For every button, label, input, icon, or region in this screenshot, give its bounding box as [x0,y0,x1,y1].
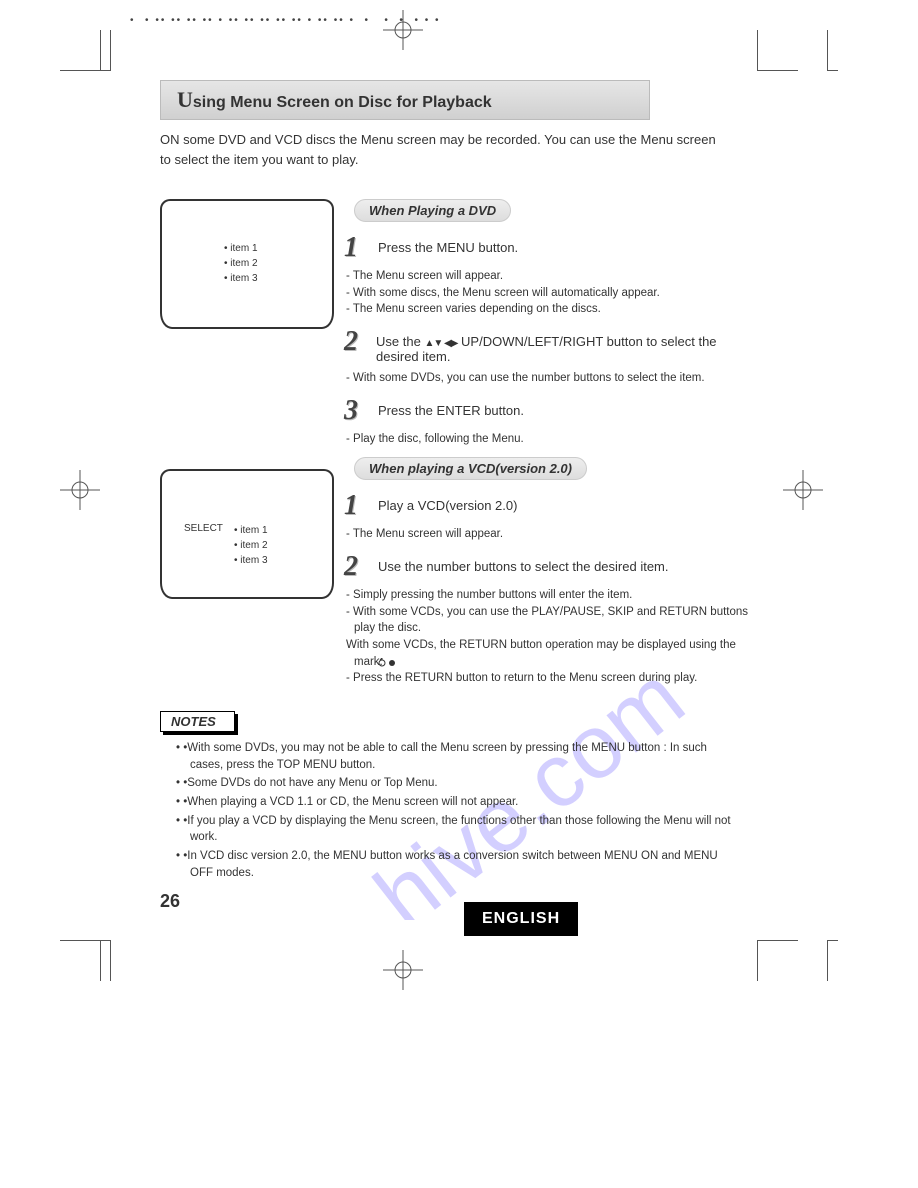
tv-item: • item 3 [224,271,258,286]
tv-item: • item 2 [224,256,258,271]
language-badge: ENGLISH [464,902,578,936]
registration-mark-icon [383,950,423,990]
crop-mark [757,940,798,981]
list-item: - The Menu screen varies depending on th… [344,301,760,318]
step-number-icon: 1 [344,492,368,520]
step-text: Press the MENU button. [378,234,518,255]
tv-select-label: SELECT [184,523,223,534]
step-row: 1 Press the MENU button. [344,234,760,262]
crop-mark [60,30,101,71]
title-text: sing Menu Screen on Disc for Playback [193,94,492,111]
list-item: - Simply pressing the number buttons wil… [344,587,760,604]
notes-list: • •With some DVDs, you may not be able t… [176,740,736,881]
tv-item: • item 2 [234,538,268,553]
step-sub-list: - The Menu screen will appear. [344,526,760,543]
list-item: • •If you play a VCD by displaying the M… [176,813,736,846]
list-item: - Play the disc, following the Menu. [344,431,760,448]
list-item: - The Menu screen will appear. [344,526,760,543]
step-row: 3 Press the ENTER button. [344,397,760,425]
crop-mark [827,940,838,981]
crop-mark [827,30,838,71]
step-text: Play a VCD(version 2.0) [378,492,517,513]
step-number-icon: 1 [344,234,368,262]
crop-mark [100,30,111,71]
intro-paragraph: ON some DVD and VCD discs the Menu scree… [160,130,720,169]
step-row: 1 Play a VCD(version 2.0) [344,492,760,520]
tv-illustration-dvd: • item 1 • item 2 • item 3 [160,199,334,329]
tv-item: • item 1 [234,523,268,538]
list-item: - With some DVDs, you can use the number… [344,370,760,387]
page-number: 26 [160,891,760,912]
step-number-icon: 3 [344,397,368,425]
registration-mark-icon [60,470,100,510]
crop-mark [757,30,798,71]
step-number-icon: 2 [344,328,366,356]
step-text: Use the ▲▼ ◀▶ UP/DOWN/LEFT/RIGHT button … [376,328,760,364]
page-title: Using Menu Screen on Disc for Playback [160,80,650,120]
step-number-icon: 2 [344,553,368,581]
registration-mark-icon [783,470,823,510]
section-heading-dvd: When Playing a DVD [354,199,511,222]
list-item: - Press the RETURN button to return to t… [344,670,760,687]
list-item: - With some discs, the Menu screen will … [344,285,760,302]
section-heading-vcd: When playing a VCD(version 2.0) [354,457,587,480]
step-row: 2 Use the ▲▼ ◀▶ UP/DOWN/LEFT/RIGHT butto… [344,328,760,364]
title-dropcap: U [177,87,193,112]
list-item: • •Some DVDs do not have any Menu or Top… [176,775,736,792]
list-item: With some VCDs, the RETURN button operat… [344,637,760,670]
list-item: • •In VCD disc version 2.0, the MENU but… [176,848,736,881]
list-text: With some VCDs, the RETURN button operat… [346,639,736,668]
step-text-part: Use the [376,334,424,349]
step-sub-list: - The Menu screen will appear. - With so… [344,268,760,318]
list-item: - With some VCDs, you can use the PLAY/P… [344,604,760,637]
tv-item: • item 3 [234,553,268,568]
notes-heading: NOTES [160,711,235,732]
step-sub-list: - Simply pressing the number buttons wil… [344,587,760,687]
step-sub-list: - Play the disc, following the Menu. [344,431,760,448]
step-text: Use the number buttons to select the des… [378,553,669,574]
list-item: • •With some DVDs, you may not be able t… [176,740,736,773]
step-text: Press the ENTER button. [378,397,524,418]
list-item: - The Menu screen will appear. [344,268,760,285]
list-item: • •When playing a VCD 1.1 or CD, the Men… [176,794,736,811]
tv-illustration-vcd: SELECT • item 1 • item 2 • item 3 [160,469,334,599]
step-sub-list: - With some DVDs, you can use the number… [344,370,760,387]
tv-item: • item 1 [224,241,258,256]
step-row: 2 Use the number buttons to select the d… [344,553,760,581]
crop-mark [60,940,101,981]
registration-mark-icon [383,10,423,50]
pbc-mark-icon [386,657,404,667]
arrow-icons: ▲▼ ◀▶ [424,338,457,349]
crop-mark [100,940,111,981]
